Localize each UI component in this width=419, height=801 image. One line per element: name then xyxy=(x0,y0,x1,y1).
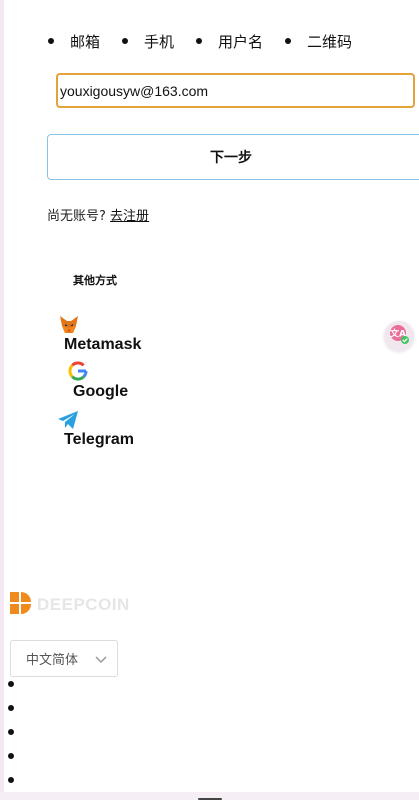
metamask-login-button[interactable]: Metamask xyxy=(58,314,141,354)
register-link[interactable]: 去注册 xyxy=(110,209,149,224)
tab-label: 邮箱 xyxy=(70,32,101,51)
tab-label: 二维码 xyxy=(307,32,353,51)
translate-icon: 文A xyxy=(389,324,409,348)
footer-list-item xyxy=(8,753,14,759)
register-prompt-text: 尚无账号? xyxy=(47,209,106,224)
deepcoin-logo-icon xyxy=(10,592,31,618)
footer-list-item xyxy=(8,777,14,783)
language-select-value: 中文简体 xyxy=(26,653,79,668)
other-methods-title: 其他方式 xyxy=(73,274,117,287)
tab-username[interactable]: 用户名 xyxy=(196,31,263,52)
tab-label: 用户名 xyxy=(218,32,264,51)
brand-name: DEEPCOIN xyxy=(37,595,130,614)
metamask-fox-icon xyxy=(58,314,80,336)
tab-label: 手机 xyxy=(144,32,175,51)
telegram-label: Telegram xyxy=(64,431,134,448)
metamask-label: Metamask xyxy=(64,336,142,353)
left-edge xyxy=(0,0,4,800)
bullet-dot xyxy=(285,38,292,44)
bullet-dot xyxy=(48,38,54,44)
chevron-down-icon xyxy=(95,653,107,668)
deepcoin-brand: DEEPCOIN xyxy=(10,592,130,618)
google-login-button[interactable]: Google xyxy=(68,361,128,401)
google-g-icon xyxy=(68,361,90,383)
tab-qrcode[interactable]: 二维码 xyxy=(285,31,352,52)
bullet-dot xyxy=(122,38,129,44)
register-prompt: 尚无账号? 去注册 xyxy=(47,205,149,224)
telegram-plane-icon xyxy=(57,409,79,431)
email-input[interactable] xyxy=(56,73,415,108)
google-label: Google xyxy=(73,383,129,400)
tab-phone[interactable]: 手机 xyxy=(122,31,174,52)
footer-list-item xyxy=(8,681,14,687)
bullet-dot xyxy=(196,38,203,44)
language-select[interactable]: 中文简体 xyxy=(10,640,118,677)
footer-list-item xyxy=(8,705,14,711)
login-method-tabs: 邮箱 手机 用户名 二维码 xyxy=(48,28,352,54)
telegram-login-button[interactable]: Telegram xyxy=(57,409,134,449)
footer-list-item xyxy=(8,729,14,735)
footer-list xyxy=(8,681,14,801)
translate-float-button[interactable]: 文A xyxy=(384,321,414,351)
tab-email[interactable]: 邮箱 xyxy=(48,31,100,52)
next-step-button[interactable]: 下一步 xyxy=(47,134,419,180)
